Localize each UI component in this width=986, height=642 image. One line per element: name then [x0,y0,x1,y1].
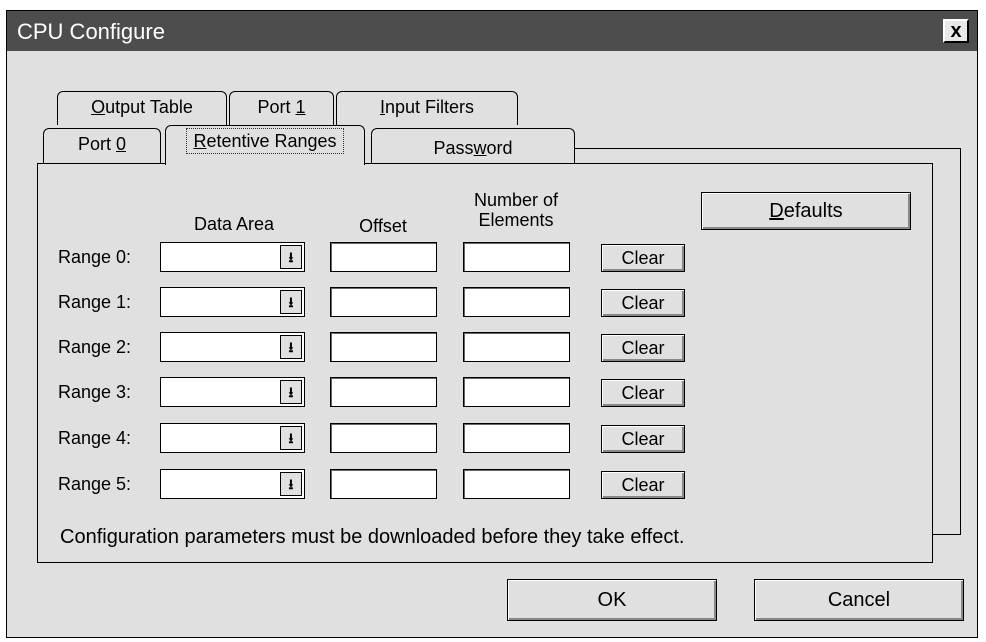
arrow-down-icon[interactable]: ⭳ [280,290,302,314]
data-area-select[interactable]: ⭳ [160,423,305,453]
tab-label-post: ord [486,138,513,158]
elements-field[interactable] [463,377,570,407]
arrow-down-icon[interactable]: ⭳ [280,426,302,450]
offset-field[interactable] [330,332,437,362]
elements-field[interactable] [463,469,570,499]
tab-label-pre: Pass [433,138,474,158]
offset-field[interactable] [330,242,437,272]
range-label: Range 5: [58,474,132,494]
data-area-select[interactable]: ⭳ [160,242,305,272]
arrow-down-icon[interactable]: ⭳ [280,472,302,496]
arrow-down-icon[interactable]: ⭳ [280,245,302,269]
ok-button[interactable]: OK [507,579,717,621]
header-line: Elements [478,210,554,230]
clear-button[interactable]: Clear [601,379,685,407]
tab-input-filters[interactable]: Input Filters [336,91,518,125]
cancel-button[interactable]: Cancel [754,579,964,621]
clear-button[interactable]: Clear [601,244,685,272]
tab-label-post: etentive Ranges [206,131,337,151]
offset-field[interactable] [330,469,437,499]
defaults-button[interactable]: Defaults [701,192,911,230]
tab-mnemonic: w [473,138,487,158]
range-label: Range 2: [58,337,132,357]
data-area-select[interactable]: ⭳ [160,332,305,362]
range-label: Range 4: [58,428,132,448]
range-label: Range 0: [58,247,132,267]
range-label: Range 3: [58,382,132,402]
column-header-data-area: Data Area [193,214,275,234]
button-mnemonic: D [769,200,784,222]
offset-field[interactable] [330,377,437,407]
offset-field[interactable] [330,423,437,453]
tab-label-pre: Port [77,134,116,154]
tab-output-table[interactable]: Output Table [57,91,227,125]
tab-port-1[interactable]: Port 1 [229,91,334,125]
arrow-down-icon[interactable]: ⭳ [280,335,302,359]
clear-button[interactable]: Clear [601,425,685,453]
tab-mnemonic: 0 [116,134,127,154]
elements-field[interactable] [463,332,570,362]
window-title: CPU Configure [17,19,165,44]
offset-field[interactable] [330,287,437,317]
clear-button[interactable]: Clear [601,334,685,362]
tab-focus-label: Retentive Ranges [186,128,344,154]
cpu-configure-dialog: CPU Configure x Output Table Port 1 Inpu… [6,10,978,638]
elements-field[interactable] [463,242,570,272]
tab-label-post: utput Table [105,97,193,117]
tab-retentive-ranges[interactable]: Retentive Ranges [165,125,365,165]
tab-mnemonic: 1 [295,97,306,117]
button-label: efaults [783,200,843,222]
tab-label-post: nput Filters [384,97,475,117]
close-button[interactable]: x [943,19,969,43]
title-bar: CPU Configure x [7,11,977,51]
data-area-select[interactable]: ⭳ [160,469,305,499]
retentive-ranges-panel: Data Area Offset Number of Elements Defa… [37,163,933,563]
header-line: Number of [473,190,559,210]
arrow-down-icon[interactable]: ⭳ [280,380,302,404]
close-icon: x [950,20,962,42]
configuration-note: Configuration parameters must be downloa… [60,526,685,548]
column-header-offset: Offset [359,216,407,236]
elements-field[interactable] [463,287,570,317]
tab-password[interactable]: Password [371,128,575,164]
elements-field[interactable] [463,423,570,453]
tab-label-pre: Port [257,97,296,117]
data-area-select[interactable]: ⭳ [160,377,305,407]
tab-port-0[interactable]: Port 0 [43,128,161,164]
clear-button[interactable]: Clear [601,471,685,499]
range-label: Range 1: [58,292,132,312]
clear-button[interactable]: Clear [601,289,685,317]
tab-mnemonic: O [91,97,106,117]
tab-mnemonic: R [193,131,207,151]
data-area-select[interactable]: ⭳ [160,287,305,317]
column-header-number-of-elements: Number of Elements [456,190,576,230]
